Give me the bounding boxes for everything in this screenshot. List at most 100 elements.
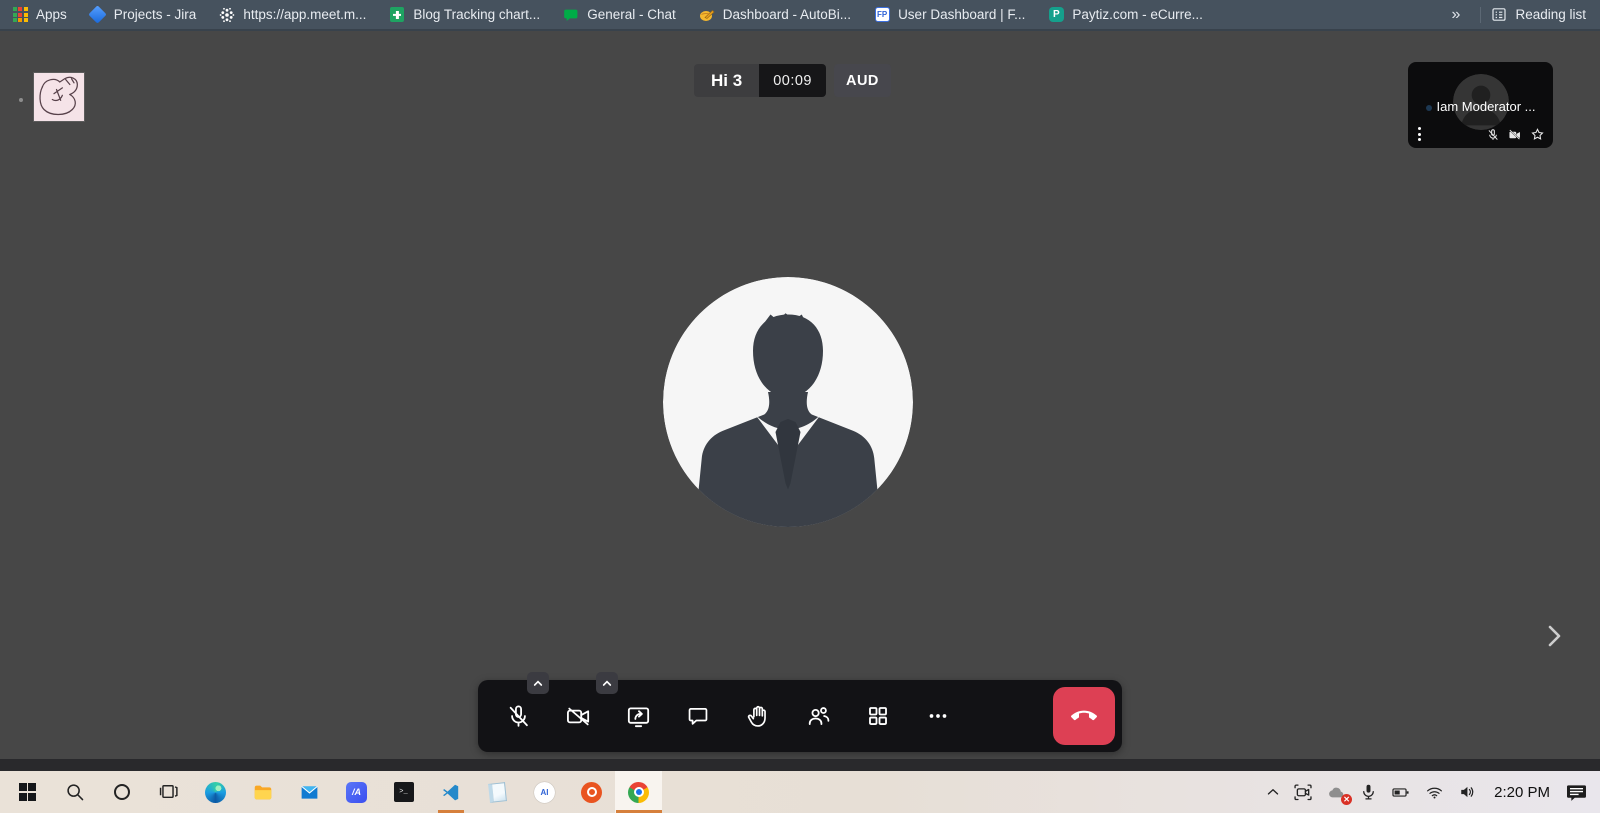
divider — [1480, 7, 1481, 23]
error-badge: ✕ — [1341, 794, 1352, 805]
action-center-icon[interactable] — [1565, 781, 1588, 804]
battery-icon[interactable] — [1388, 783, 1413, 802]
ubuntu-button[interactable] — [568, 771, 615, 813]
camera-off-button[interactable] — [548, 691, 608, 741]
bookmark-user-dashboard[interactable]: FP User Dashboard | F... — [874, 7, 1025, 23]
task-view-button[interactable] — [145, 771, 192, 813]
reading-list-button[interactable]: Reading list — [1491, 7, 1586, 23]
screen-capture-icon[interactable] — [1292, 781, 1315, 804]
file-explorer-icon — [252, 781, 274, 803]
screen-share-icon — [625, 703, 652, 730]
reading-list-icon — [1491, 7, 1507, 23]
meeting-timer: 00:09 — [759, 64, 826, 97]
task-view-icon — [158, 781, 180, 803]
chrome-button[interactable] — [615, 771, 662, 813]
mic-options-chevron[interactable] — [527, 672, 549, 694]
chrome-icon — [628, 782, 649, 803]
kebab-menu-icon[interactable] — [1418, 127, 1421, 141]
taskbar-apps: /A >_ AI — [0, 771, 662, 813]
app-a-icon: /A — [346, 782, 367, 803]
chat-button[interactable] — [668, 691, 728, 741]
ai-app-icon: AI — [534, 782, 555, 803]
windows-logo-icon — [19, 783, 37, 801]
vscode-button[interactable] — [427, 771, 474, 813]
cortana-icon — [114, 784, 130, 800]
cortana-button[interactable] — [98, 771, 145, 813]
bookmark-blog-tracking[interactable]: Blog Tracking chart... — [389, 7, 540, 23]
taskbar-clock[interactable]: 2:20 PM — [1494, 784, 1550, 801]
raise-hand-icon — [745, 703, 772, 730]
mic-off-button[interactable] — [488, 691, 548, 741]
bookmark-label: https://app.meet.m... — [243, 7, 366, 22]
bookmark-general-chat[interactable]: General - Chat — [563, 7, 676, 23]
chevron-right-icon[interactable] — [1544, 622, 1564, 650]
sheets-icon — [389, 7, 405, 23]
search-button[interactable] — [51, 771, 98, 813]
window-bottom-edge — [0, 759, 1600, 771]
bookmark-autobi[interactable]: Dashboard - AutoBi... — [699, 7, 851, 23]
edge-button[interactable] — [192, 771, 239, 813]
ai-app-button[interactable]: AI — [521, 771, 568, 813]
hang-up-button[interactable] — [1053, 687, 1115, 745]
meeting-watermark-logo — [33, 72, 85, 122]
participant-name: Iam Moderator ... — [1408, 99, 1553, 114]
meeting-subject: Hi 3 — [694, 64, 759, 97]
screen-share-button[interactable] — [608, 691, 668, 741]
jira-icon — [90, 7, 106, 23]
bookmark-label: Apps — [36, 7, 67, 22]
volume-icon[interactable] — [1456, 782, 1479, 802]
meeting-stage: Hi 3 00:09 AUD Iam Moderator ... — [0, 31, 1600, 771]
search-icon — [64, 781, 86, 803]
ubuntu-icon — [581, 782, 602, 803]
call-toolbar — [478, 680, 1122, 752]
edge-icon — [205, 782, 226, 803]
camera-off-icon — [1507, 128, 1523, 142]
bookmark-meet[interactable]: https://app.meet.m... — [219, 7, 366, 23]
camera-options-chevron[interactable] — [596, 672, 618, 694]
dominant-speaker-avatar — [663, 277, 913, 527]
autobi-favicon-icon — [699, 7, 715, 23]
tray-expand-chevron-icon[interactable] — [1264, 783, 1282, 801]
bookmarks-bar-right: » Reading list — [1442, 6, 1586, 24]
star-icon[interactable] — [1530, 127, 1545, 142]
onedrive-offline-icon[interactable]: ✕ — [1325, 782, 1349, 803]
bookmarks-bar: Apps Projects - Jira https://app.meet.m.… — [0, 0, 1600, 31]
bookmark-label: Projects - Jira — [114, 7, 197, 22]
mail-icon — [299, 782, 320, 803]
chat-icon — [685, 703, 711, 729]
mail-button[interactable] — [286, 771, 333, 813]
wifi-icon[interactable] — [1423, 782, 1446, 802]
bookmark-apps[interactable]: Apps — [12, 7, 67, 23]
subject-timer-pill: Hi 3 00:09 — [694, 64, 826, 97]
bookmarks-overflow-chevron[interactable]: » — [1442, 6, 1471, 24]
bookmark-label: Dashboard - AutoBi... — [723, 7, 851, 22]
file-explorer-button[interactable] — [239, 771, 286, 813]
system-tray: ✕ 2:20 PM — [1264, 771, 1600, 813]
audio-only-badge: AUD — [834, 64, 891, 97]
participants-button[interactable] — [788, 691, 848, 741]
participant-thumbnail[interactable]: Iam Moderator ... — [1408, 62, 1553, 148]
start-button[interactable] — [4, 771, 51, 813]
audio-level-dot — [1426, 105, 1432, 111]
mic-off-icon — [505, 703, 532, 730]
microphone-icon[interactable] — [1359, 782, 1378, 802]
raise-hand-button[interactable] — [728, 691, 788, 741]
more-icon — [925, 703, 951, 729]
participants-icon — [805, 703, 832, 730]
app-a-button[interactable]: /A — [333, 771, 380, 813]
dot-marker — [19, 98, 23, 102]
bookmark-label: Paytiz.com - eCurre... — [1072, 7, 1203, 22]
more-actions-button[interactable] — [908, 691, 968, 741]
participant-status-icons — [1486, 127, 1545, 142]
terminal-button[interactable]: >_ — [380, 771, 427, 813]
reading-list-label: Reading list — [1515, 7, 1586, 22]
bookmark-label: Blog Tracking chart... — [413, 7, 540, 22]
bookmark-paytiz[interactable]: P Paytiz.com - eCurre... — [1048, 7, 1203, 23]
tile-view-button[interactable] — [848, 691, 908, 741]
bookmark-jira[interactable]: Projects - Jira — [90, 7, 197, 23]
bookmark-label: User Dashboard | F... — [898, 7, 1025, 22]
camera-off-icon — [565, 703, 592, 730]
notepad-button[interactable] — [474, 771, 521, 813]
mic-off-icon — [1486, 128, 1500, 142]
tile-view-icon — [865, 703, 891, 729]
